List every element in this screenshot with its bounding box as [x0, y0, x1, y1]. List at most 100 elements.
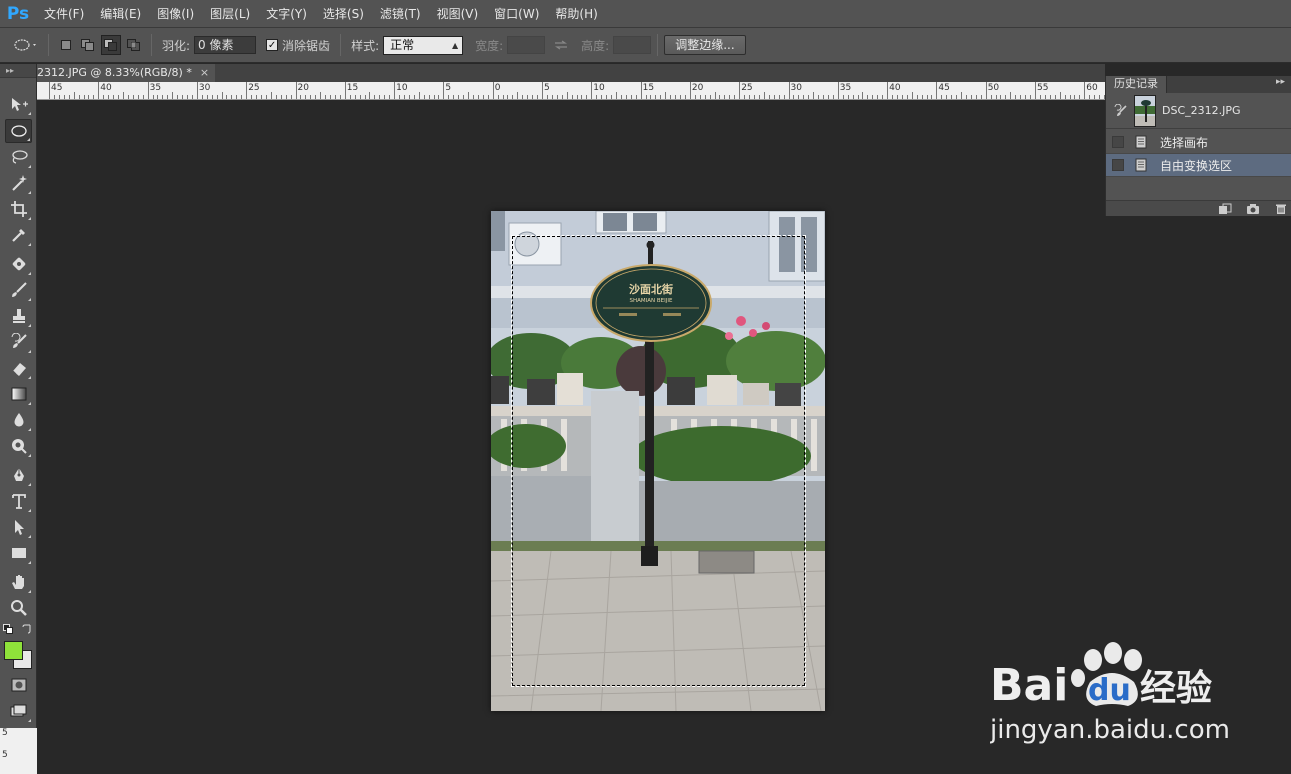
- camera-icon[interactable]: [1246, 203, 1260, 215]
- new-document-from-state-icon[interactable]: [1218, 203, 1232, 215]
- ruler-minor-tick: [551, 95, 553, 99]
- ruler-minor-tick: [803, 95, 805, 99]
- swap-width-height-icon[interactable]: [547, 36, 575, 54]
- ruler-label: 45: [938, 83, 950, 93]
- ruler-minor-tick: [783, 95, 785, 99]
- ruler-minor-tick: [546, 95, 548, 99]
- spot-healing-brush-tool[interactable]: [5, 252, 32, 276]
- refine-edge-button[interactable]: 调整边缘...: [664, 35, 746, 55]
- elliptical-marquee-tool[interactable]: [5, 119, 32, 143]
- clone-stamp-tool[interactable]: [5, 304, 32, 328]
- ruler-minor-tick: [611, 95, 613, 99]
- menu-select[interactable]: 选择(S): [315, 0, 372, 28]
- document-tab[interactable]: 2312.JPG @ 8.33%(RGB/8) * ×: [37, 64, 216, 82]
- ruler-minor-tick: [990, 95, 992, 99]
- close-icon[interactable]: ×: [200, 64, 209, 82]
- brush-tool[interactable]: [5, 278, 32, 302]
- height-input[interactable]: [613, 36, 652, 54]
- menu-window[interactable]: 窗口(W): [486, 0, 547, 28]
- ruler-label: 15: [346, 83, 359, 93]
- ruler-minor-tick: [744, 95, 746, 99]
- tool-corner: [28, 324, 31, 327]
- ruler-minor-tick: [1005, 95, 1007, 99]
- eraser-tool[interactable]: [5, 356, 32, 380]
- crop-tool[interactable]: [5, 197, 32, 221]
- ruler-minor-tick: [832, 95, 834, 99]
- menu-type[interactable]: 文字(Y): [258, 0, 315, 28]
- ruler-minor-tick: [63, 95, 65, 99]
- history-tab[interactable]: 历史记录: [1106, 76, 1167, 93]
- foreground-color-swatch[interactable]: [4, 641, 23, 660]
- ruler-minor-tick: [256, 95, 258, 99]
- zoom-tool[interactable]: [5, 596, 32, 620]
- quick-mask-icon[interactable]: [5, 673, 32, 697]
- selection-marquee[interactable]: [511, 235, 806, 687]
- screen-mode-icon[interactable]: [5, 699, 32, 723]
- hand-tool[interactable]: [5, 570, 32, 594]
- ruler-minor-tick: [576, 95, 578, 99]
- ruler-minor-tick: [995, 95, 997, 99]
- ruler-minor-tick: [517, 92, 519, 99]
- ruler-major-tick: [295, 82, 297, 99]
- elliptical-marquee-preset-icon[interactable]: [12, 36, 40, 54]
- document-tab-bar: 2312.JPG @ 8.33%(RGB/8) * ×: [37, 64, 1105, 82]
- ruler-major-tick: [1035, 82, 1036, 99]
- ruler-minor-tick: [862, 92, 864, 99]
- magic-wand-tool[interactable]: [5, 171, 32, 195]
- lasso-tool[interactable]: [5, 145, 32, 169]
- default-colors-icon[interactable]: [3, 623, 13, 634]
- toolbar-grip[interactable]: ▸▸: [0, 64, 36, 78]
- width-input[interactable]: [507, 36, 546, 54]
- menu-file[interactable]: 文件(F): [36, 0, 92, 28]
- pen-tool[interactable]: [5, 463, 32, 487]
- history-brush-tool[interactable]: [5, 330, 32, 354]
- rectangle-tool[interactable]: [5, 541, 32, 565]
- history-snapshot[interactable]: DSC_2312.JPG: [1106, 93, 1291, 129]
- width-label: 宽度:: [475, 38, 504, 53]
- tool-corner: [28, 165, 31, 168]
- panel-menu-icon[interactable]: ▸▸: [1276, 77, 1285, 87]
- add-to-selection-icon[interactable]: [79, 36, 97, 54]
- feather-input[interactable]: 0 像素: [194, 36, 257, 54]
- menu-layer[interactable]: 图层(L): [202, 0, 258, 28]
- menu-image[interactable]: 图像(I): [149, 0, 202, 28]
- type-tool[interactable]: [5, 489, 32, 513]
- intersect-selection-icon[interactable]: [125, 36, 143, 54]
- eyedropper-tool[interactable]: [5, 223, 32, 247]
- swap-colors-icon[interactable]: [22, 623, 32, 634]
- antialias-checkbox[interactable]: ✓: [266, 39, 279, 51]
- tool-corner: [28, 298, 31, 301]
- trash-icon[interactable]: [1274, 203, 1288, 215]
- blur-tool[interactable]: [5, 408, 32, 432]
- gradient-tool[interactable]: [5, 382, 32, 406]
- move-tool[interactable]: [5, 92, 32, 116]
- subtract-from-selection-icon[interactable]: [101, 35, 121, 55]
- style-select[interactable]: 正常 ▲: [383, 35, 464, 55]
- ruler-minor-tick: [665, 92, 667, 99]
- ruler-minor-tick: [867, 95, 869, 99]
- ruler-major-tick: [443, 82, 445, 99]
- ruler-major-tick: [246, 82, 248, 99]
- menu-help[interactable]: 帮助(H): [547, 0, 605, 28]
- menu-edit[interactable]: 编辑(E): [92, 0, 149, 28]
- ruler-minor-tick: [650, 95, 652, 99]
- ruler-minor-tick: [724, 95, 726, 99]
- dodge-tool[interactable]: [5, 434, 32, 458]
- ruler-minor-tick: [694, 95, 696, 99]
- menu-filter[interactable]: 滤镜(T): [372, 0, 429, 28]
- ruler-minor-tick: [280, 95, 282, 99]
- ruler-major-tick: [147, 82, 149, 99]
- ruler-minor-tick: [709, 95, 711, 99]
- ruler-minor-tick: [53, 95, 55, 99]
- history-brush-source-icon[interactable]: [1114, 103, 1128, 118]
- history-state-checkbox[interactable]: [1112, 136, 1124, 148]
- path-selection-tool[interactable]: [5, 515, 32, 539]
- ruler-label: 15: [642, 83, 655, 93]
- menu-view[interactable]: 视图(V): [429, 0, 487, 28]
- history-state-checkbox[interactable]: [1112, 159, 1124, 171]
- new-selection-icon[interactable]: [57, 36, 75, 54]
- history-state-row[interactable]: 自由变换选区: [1106, 154, 1291, 177]
- ruler-minor-tick: [1094, 95, 1096, 99]
- history-state-row[interactable]: 选择画布: [1106, 131, 1291, 154]
- ruler-minor-tick: [132, 95, 134, 99]
